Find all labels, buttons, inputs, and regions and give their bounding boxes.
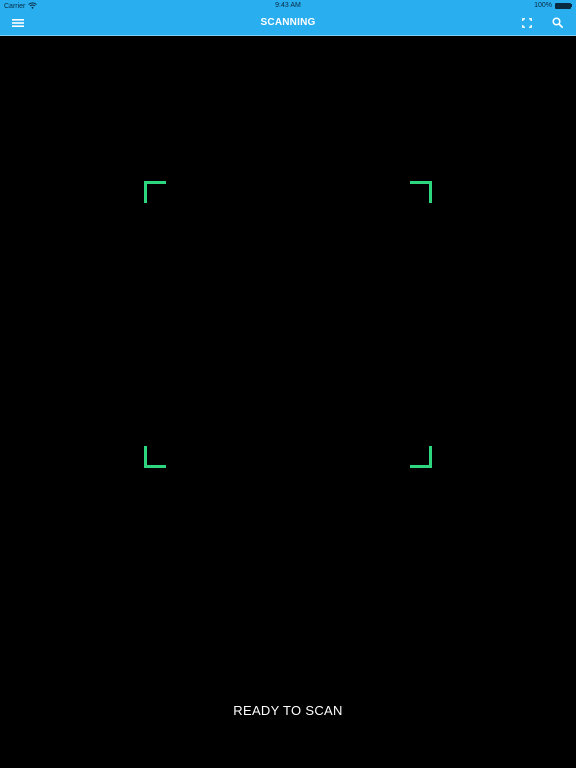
scan-frame-corner-top-left <box>144 181 166 203</box>
search-button[interactable] <box>549 16 565 32</box>
status-time: 9:43 AM <box>275 2 301 9</box>
scan-frame-corner-top-right <box>410 181 432 203</box>
fullscreen-icon <box>522 15 532 33</box>
fullscreen-button[interactable] <box>519 16 535 32</box>
page-title: SCANNING <box>260 17 316 28</box>
status-battery: 100% <box>534 2 572 9</box>
search-icon <box>551 15 563 33</box>
battery-icon <box>555 2 572 9</box>
scan-frame <box>144 181 432 468</box>
scanner-screen: Carrier 9:43 AM 100% SCANNING READY TO S… <box>0 0 576 768</box>
battery-percent: 100% <box>534 2 552 9</box>
scan-frame-corner-bottom-right <box>410 446 432 468</box>
scan-status-text: READY TO SCAN <box>233 703 343 718</box>
status-bar: Carrier 9:43 AM 100% <box>0 0 576 12</box>
scan-frame-corner-bottom-left <box>144 446 166 468</box>
nav-bar: SCANNING <box>0 12 576 36</box>
